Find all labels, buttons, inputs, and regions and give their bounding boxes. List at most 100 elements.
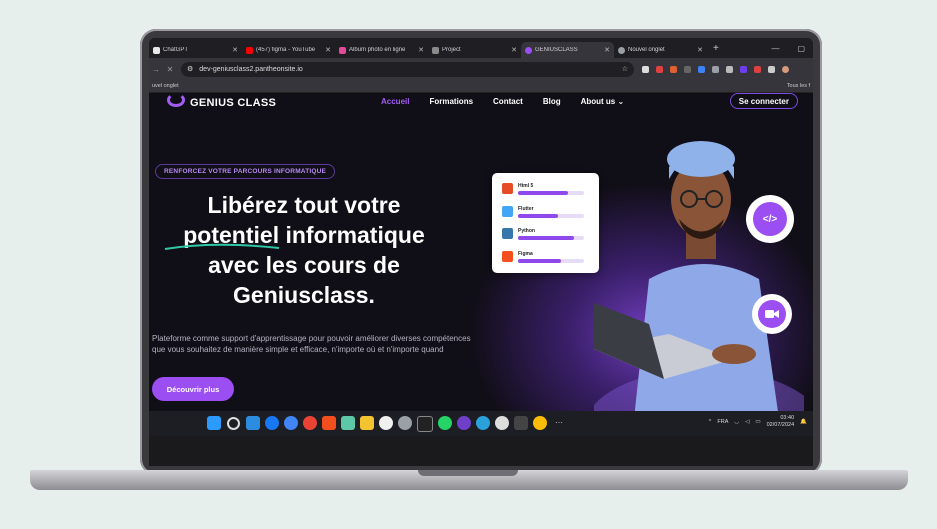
skill-fill [518, 236, 575, 240]
bookmark-item[interactable]: uvel onglet [152, 83, 179, 89]
bookmarks-bar: uvel onglet Tous les f [149, 80, 813, 93]
skill-fill [518, 259, 561, 263]
maximize-icon[interactable]: ▢ [797, 44, 805, 53]
clock[interactable]: 03:40 02/07/2024 [767, 415, 795, 429]
site-logo[interactable]: GENIUS CLASS [167, 93, 276, 109]
notification-bell-icon[interactable]: 🔔 [800, 419, 807, 425]
vscode-icon[interactable] [246, 416, 260, 430]
puzzle-icon[interactable] [768, 65, 775, 73]
new-tab-icon [618, 46, 625, 54]
close-icon[interactable]: ✕ [511, 46, 517, 54]
close-icon[interactable]: ✕ [232, 46, 238, 54]
close-icon[interactable]: ✕ [604, 46, 610, 54]
extension-icon[interactable] [656, 65, 663, 73]
all-bookmarks[interactable]: Tous les f [787, 83, 810, 89]
close-icon[interactable]: ✕ [697, 46, 703, 54]
search-icon[interactable] [227, 417, 240, 430]
html5-icon [502, 183, 513, 194]
app-icon[interactable] [457, 416, 471, 430]
extension-icon[interactable] [712, 65, 719, 73]
project-icon [432, 46, 439, 54]
whatsapp-icon[interactable] [438, 416, 452, 430]
logo-icon [167, 93, 185, 107]
screen: ChatGPT ✕ (457) figma - YouTube ✕ Album ph… [149, 38, 813, 436]
close-icon[interactable]: ✕ [325, 46, 331, 54]
more-icon[interactable]: ··· [552, 416, 566, 430]
taskbar-apps: ··· [207, 416, 566, 432]
reload-icon[interactable]: ✕ [163, 65, 177, 74]
tab-chatgpt[interactable]: ChatGPT ✕ [149, 42, 242, 58]
figma-icon [502, 251, 513, 262]
forward-icon[interactable]: → [149, 65, 163, 74]
nav-formations[interactable]: Formations [429, 97, 473, 106]
headline-underline [164, 243, 280, 250]
facebook-icon[interactable] [265, 416, 279, 430]
telegram-icon[interactable] [476, 416, 490, 430]
extension-icon[interactable] [726, 65, 733, 73]
extensions [642, 65, 789, 73]
skill-fill [518, 214, 558, 218]
app-icon[interactable] [398, 416, 412, 430]
skill-fill [518, 191, 568, 195]
app-icon[interactable] [341, 416, 355, 430]
avatar[interactable] [782, 65, 789, 73]
screen-bezel [149, 436, 813, 466]
url-text: dev-geniusclass2.pantheonsite.io [199, 65, 303, 73]
app-icon[interactable] [417, 416, 433, 432]
video-camera-icon [758, 300, 786, 328]
discover-more-button[interactable]: Découvrir plus [152, 377, 234, 401]
app-icon[interactable] [284, 416, 298, 430]
tab-album[interactable]: Album photo en ligne ✕ [335, 42, 428, 58]
python-icon [502, 228, 513, 239]
chrome-icon[interactable] [303, 416, 317, 430]
volume-icon[interactable]: ◁ [745, 419, 749, 425]
skill-item: Flutter [502, 206, 584, 218]
chrome-icon[interactable] [533, 416, 547, 430]
github-icon[interactable] [379, 416, 393, 430]
file-explorer-icon[interactable] [360, 416, 374, 430]
figma-icon[interactable] [322, 416, 336, 430]
minimize-icon[interactable]: — [771, 44, 779, 53]
extension-icon[interactable] [684, 65, 691, 73]
login-button[interactable]: Se connecter [729, 93, 798, 109]
site-info-icon[interactable]: ⚙ [187, 65, 193, 73]
star-icon[interactable]: ☆ [622, 65, 628, 73]
nav-accueil[interactable]: Accueil [381, 97, 409, 106]
terminal-icon[interactable] [514, 416, 528, 430]
windows-start-icon[interactable] [207, 416, 221, 430]
skills-card: Html 5 Flutter Python Figma [492, 173, 599, 273]
wifi-icon[interactable]: ◡ [734, 419, 739, 425]
chevron-up-icon[interactable]: ^ [709, 419, 712, 425]
nav-contact[interactable]: Contact [493, 97, 523, 106]
tab-project[interactable]: Project ✕ [428, 42, 521, 58]
youtube-icon [246, 46, 253, 54]
tab-bar: ChatGPT ✕ (457) figma - YouTube ✕ Album ph… [149, 38, 813, 58]
address-bar: → ✕ ⚙ dev-geniusclass2.pantheonsite.io ☆ [149, 58, 813, 80]
windows-taskbar: ··· ^ FRA ◡ ◁ ▭ 03:40 02/07/2024 🔔 [149, 411, 813, 436]
app-icon[interactable] [495, 416, 509, 430]
album-icon [339, 46, 346, 54]
extension-icon[interactable] [670, 65, 677, 73]
video-badge [752, 294, 792, 334]
tab-youtube[interactable]: (457) figma - YouTube ✕ [242, 42, 335, 58]
extension-icon[interactable] [698, 65, 705, 73]
new-tab-button[interactable]: + [707, 43, 725, 54]
code-badge: </> [746, 195, 794, 243]
extension-icon[interactable] [740, 65, 747, 73]
tab-geniusclass[interactable]: GENIUSCLASS ✕ [521, 42, 614, 58]
skill-item: Python [502, 228, 584, 240]
nav-about-us[interactable]: About us ⌄ [581, 97, 625, 106]
url-field[interactable]: ⚙ dev-geniusclass2.pantheonsite.io ☆ [181, 61, 634, 77]
language-indicator[interactable]: FRA [717, 419, 728, 425]
geniusclass-icon [525, 46, 532, 54]
nav-blog[interactable]: Blog [543, 97, 561, 106]
extension-icon[interactable] [754, 65, 761, 73]
laptop-notch [418, 470, 518, 476]
student-illustration [594, 141, 804, 411]
tab-new-tab[interactable]: Nouvel onglet ✕ [614, 42, 707, 58]
window-controls: — ▢ [771, 44, 813, 53]
pen-icon[interactable] [642, 65, 649, 73]
battery-icon[interactable]: ▭ [755, 419, 760, 425]
skill-item: Figma [502, 251, 584, 263]
close-icon[interactable]: ✕ [418, 46, 424, 54]
